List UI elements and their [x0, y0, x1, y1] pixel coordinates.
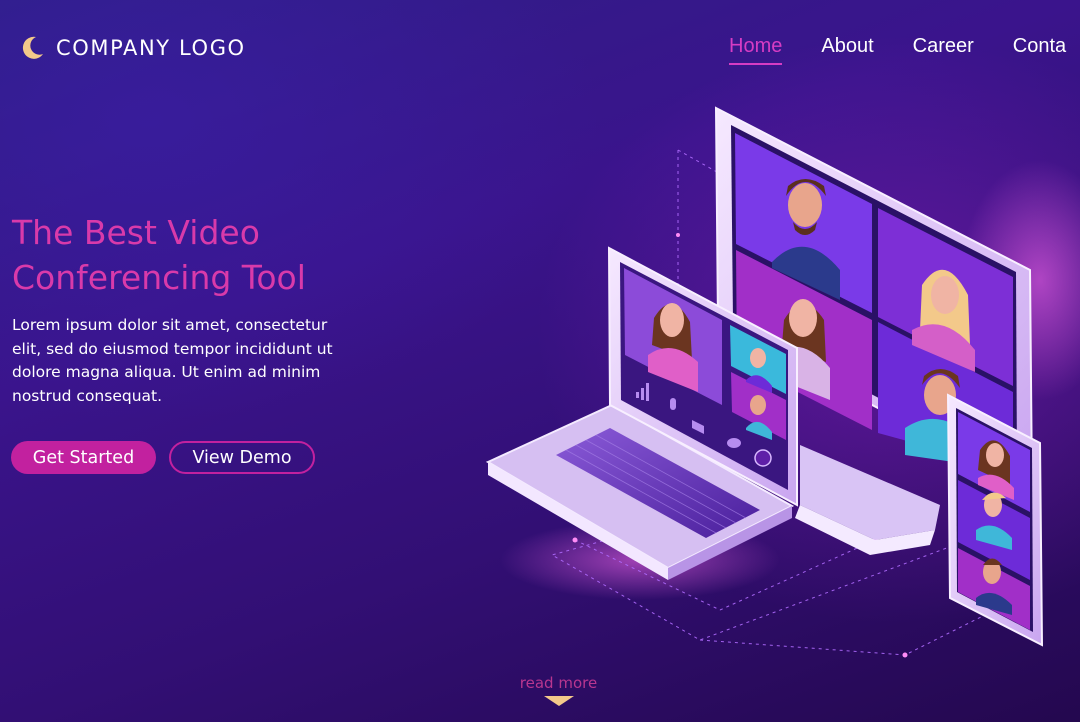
main-nav: Home About Career Conta [729, 35, 1066, 65]
hero-title-line-2: Conferencing Tool [12, 258, 306, 297]
logo-text: COMPANY LOGO [56, 36, 246, 60]
chat-icon [727, 438, 741, 448]
microphone-icon [670, 398, 676, 410]
view-demo-button[interactable]: View Demo [169, 441, 315, 474]
hero-title-line-1: The Best Video [12, 213, 260, 252]
read-more-link[interactable]: read more [0, 674, 1080, 692]
hero-description: Lorem ipsum dolor sit amet, consectetur … [12, 316, 333, 405]
nav-item-home[interactable]: Home [729, 35, 783, 65]
video-conference-devices-illustration [485, 106, 1080, 658]
get-started-button[interactable]: Get Started [11, 441, 156, 474]
nav-item-about[interactable]: About [821, 35, 873, 62]
nav-item-contact[interactable]: Conta [1013, 35, 1066, 62]
hero-title: The Best Video Conferencing Tool [12, 210, 392, 300]
crescent-moon-icon [22, 36, 43, 59]
company-logo[interactable]: COMPANY LOGO [18, 34, 246, 62]
nav-item-career[interactable]: Career [913, 35, 974, 62]
chevron-down-icon[interactable] [544, 696, 574, 708]
end-call-icon [754, 449, 772, 467]
